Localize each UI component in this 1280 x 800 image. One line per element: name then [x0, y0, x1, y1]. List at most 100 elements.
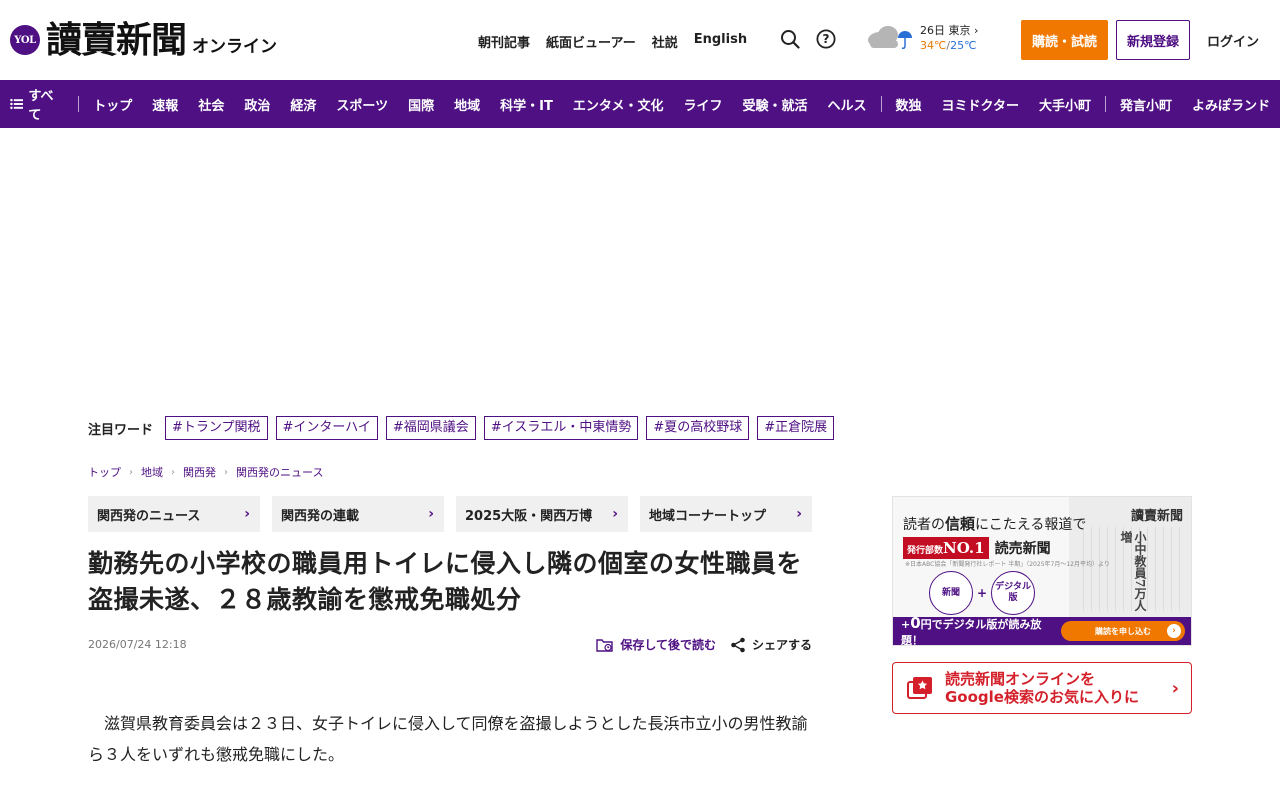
logo-text: 讀賣新聞 — [46, 19, 187, 61]
subscribe-button[interactable]: 購読・試読 — [1021, 20, 1108, 60]
link-english[interactable]: English — [694, 32, 747, 51]
share-button[interactable]: シェアする — [730, 636, 812, 653]
promo-headline-bold: 信頼 — [945, 515, 976, 533]
trend-tag[interactable]: #福岡県議会 — [385, 416, 476, 440]
trend-tag[interactable]: #トランプ関税 — [165, 416, 268, 440]
nav-item-sudoku[interactable]: 数独 — [885, 95, 931, 114]
search-icon[interactable] — [779, 28, 801, 50]
article-body: 滋賀県教育委員会は２３日、女子トイレに侵入して同僚を盗撮しようとした長浜市立小の… — [88, 714, 808, 764]
nav-item-sports[interactable]: スポーツ — [326, 95, 398, 114]
section-buttons: 関西発のニュース › 関西発の連載 › 2025大阪・関西万博 › 地域コーナートップ… — [88, 496, 812, 532]
ad-space — [0, 128, 1280, 398]
breadcrumb-item[interactable]: 関西発 — [183, 464, 216, 480]
nav-item-society[interactable]: 社会 — [188, 95, 234, 114]
nav-item-yomipo[interactable]: よみぽランド — [1182, 95, 1280, 114]
nav-item-breaking[interactable]: 速報 — [142, 95, 188, 114]
weather-city: 東京 — [948, 24, 971, 37]
breadcrumb-item[interactable]: 関西発のニュース — [236, 464, 323, 480]
login-button[interactable]: ログイン — [1200, 20, 1266, 60]
plus-icon: + — [977, 586, 988, 600]
section-button-label: 関西発のニュース — [97, 508, 201, 524]
nav-item-yomidr[interactable]: ヨミドクター — [932, 95, 1029, 114]
trend-tag[interactable]: #イスラエル・中東情勢 — [483, 416, 639, 440]
promo-headline: 読者の信頼にこたえる報道で — [903, 513, 1086, 534]
help-icon[interactable]: ? — [815, 28, 837, 50]
site-logo[interactable]: YOL 讀賣新聞 オンライン — [10, 18, 277, 62]
chevron-right-icon: › — [796, 506, 802, 522]
nav-item-world[interactable]: 国際 — [398, 95, 444, 114]
article-headline: 勤務先の小学校の職員用トイレに侵入し隣の個室の女性職員を盗撮未遂、２８歳教諭を懲… — [88, 549, 803, 614]
nav-item-politics[interactable]: 政治 — [234, 95, 280, 114]
google-card-line1: 読売新聞オンラインを — [945, 670, 1096, 688]
section-button-kansai-news[interactable]: 関西発のニュース › — [88, 496, 260, 532]
weather-widget[interactable]: 26日 東京 › 34℃/25℃ — [864, 22, 978, 54]
share-label: シェアする — [751, 638, 812, 652]
nav-item-health[interactable]: ヘルス — [818, 95, 877, 114]
promo-bar-text: +0円でデジタル版が読み放題！ — [901, 614, 1061, 646]
chevron-right-icon: › — [224, 466, 228, 478]
chevron-right-icon: › — [1171, 677, 1179, 699]
nav-all-menu[interactable]: すべて — [0, 85, 74, 123]
badge-text: 読売新聞 — [994, 541, 1051, 557]
section-button-local-top[interactable]: 地域コーナートップ › — [640, 496, 812, 532]
breadcrumb-item[interactable]: トップ — [88, 464, 121, 480]
weather-high: 34℃ — [920, 39, 947, 52]
subscription-promo-banner[interactable]: 讀賣新聞 小中教員7万人増 読者の信頼にこたえる報道で 発行部数NO.1 読売新… — [892, 496, 1192, 646]
section-button-label: 関西発の連載 — [281, 508, 360, 524]
trend-tag[interactable]: #インターハイ — [275, 416, 378, 440]
bar-post: 円でデジタル版が読み放題！ — [901, 618, 1042, 646]
circle-digital-line1: デジタル — [995, 582, 1031, 592]
main-nav: すべて トップ 速報 社会 政治 経済 スポーツ 国際 地域 科学・IT エンタ… — [0, 80, 1280, 128]
circle-newspaper: 新聞 — [929, 571, 973, 615]
promo-headline-post: にこたえる報道で — [975, 517, 1087, 533]
yol-badge: YOL — [10, 25, 40, 55]
section-button-kansai-series[interactable]: 関西発の連載 › — [272, 496, 444, 532]
promo-circles: 新聞 + デジタル版 — [929, 571, 1036, 615]
trend-label: 注目ワード — [88, 422, 154, 438]
bar-pre: + — [901, 618, 911, 631]
nav-item-komachi[interactable]: 大手小町 — [1029, 95, 1101, 114]
google-favorite-card[interactable]: 読売新聞オンラインを Google検索のお気に入りに › — [892, 662, 1192, 714]
link-morning-edition[interactable]: 朝刊記事 — [478, 32, 530, 51]
save-later-label: 保存して後で読む — [620, 638, 716, 652]
chevron-right-icon: › — [612, 506, 618, 522]
trend-tag[interactable]: #夏の高校野球 — [646, 416, 750, 440]
apply-subscription-button[interactable]: 購読を申し込む › — [1060, 621, 1185, 641]
save-later-button[interactable]: 保存して後で読む — [596, 636, 716, 653]
circle-digital-line2: 版 — [1008, 593, 1018, 603]
chevron-right-icon: › — [129, 466, 133, 478]
nav-item-local[interactable]: 地域 — [444, 95, 490, 114]
promo-bar: +0円でデジタル版が読み放題！ 購読を申し込む › — [893, 614, 1191, 646]
weather-date: 26日 — [920, 24, 945, 37]
nav-item-top[interactable]: トップ — [83, 95, 142, 114]
section-button-label: 2025大阪・関西万博 — [465, 508, 593, 524]
chevron-right-icon: › — [244, 506, 250, 522]
nav-item-life[interactable]: ライフ — [673, 95, 732, 114]
nav-item-culture[interactable]: エンタメ・文化 — [563, 95, 674, 114]
breadcrumb-item[interactable]: 地域 — [141, 464, 163, 480]
nav-all-label: すべて — [28, 89, 54, 123]
chevron-right-icon: › — [171, 466, 175, 478]
google-favorite-icon — [907, 677, 932, 699]
nav-item-exam[interactable]: 受験・就活 — [733, 95, 818, 114]
trend-words: 注目ワード #トランプ関税 #インターハイ #福岡県議会 #イスラエル・中東情勢… — [88, 416, 842, 440]
section-button-expo[interactable]: 2025大阪・関西万博 › — [456, 496, 628, 532]
breadcrumb: トップ › 地域 › 関西発 › 関西発のニュース — [88, 464, 323, 480]
trend-tag[interactable]: #正倉院展 — [757, 416, 835, 440]
nav-item-hatsugen[interactable]: 発言小町 — [1110, 95, 1182, 114]
link-paper-viewer[interactable]: 紙面ビューアー — [546, 32, 636, 51]
share-icon — [731, 637, 745, 652]
nav-divider — [1105, 96, 1106, 112]
register-button[interactable]: 新規登録 — [1116, 20, 1190, 60]
link-editorial[interactable]: 社説 — [652, 32, 678, 51]
nav-item-science[interactable]: 科学・IT — [490, 95, 563, 114]
cloud-rain-icon — [868, 26, 912, 49]
nav-item-economy[interactable]: 経済 — [280, 95, 326, 114]
circulation-badge: 発行部数NO.1 — [903, 537, 989, 559]
badge-big: NO.1 — [943, 539, 985, 557]
menu-icon — [10, 98, 24, 110]
weather-text: 26日 東京 › 34℃/25℃ — [920, 23, 978, 53]
svg-text:?: ? — [823, 32, 830, 46]
apply-button-label: 購読を申し込む — [1094, 626, 1151, 636]
promo-footnote: ※日本ABC協会「新聞発行社レポート 半期」（2025年7月～12月平均）より — [905, 561, 1110, 568]
